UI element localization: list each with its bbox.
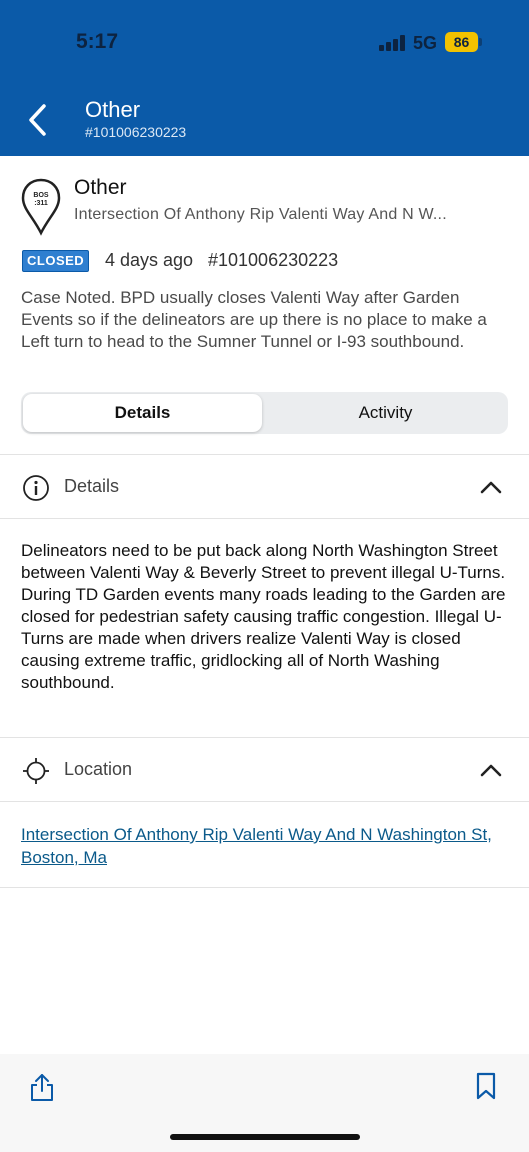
chevron-left-icon	[29, 104, 46, 136]
case-note: Case Noted. BPD usually closes Valenti W…	[21, 288, 487, 351]
bottom-toolbar	[0, 1054, 529, 1152]
info-icon	[23, 475, 49, 501]
divider	[0, 801, 529, 802]
app-header: 5:17 5G 86 Other #101006230223	[0, 0, 529, 156]
location-section-header[interactable]: Location	[0, 739, 529, 801]
icon-text-line2: :311	[34, 200, 48, 207]
status-time: 5:17	[76, 30, 119, 53]
case-age: 4 days ago	[105, 250, 194, 270]
chevron-up-icon	[480, 764, 502, 777]
crosshair-icon	[23, 758, 49, 784]
case-number: #101006230223	[208, 250, 339, 270]
location-address-link[interactable]: Intersection Of Anthony Rip Valenti Way …	[21, 823, 501, 869]
location-section-label: Location	[64, 759, 133, 779]
icon-text-line1: BOS	[33, 192, 49, 199]
bookmark-icon[interactable]	[474, 1071, 498, 1101]
category-title: Other	[74, 176, 127, 199]
back-button[interactable]	[22, 100, 54, 140]
divider	[0, 518, 529, 519]
share-icon[interactable]	[28, 1071, 56, 1103]
network-type: 5G	[413, 33, 438, 53]
case-number-subtitle: #101006230223	[85, 124, 187, 140]
tab-activity[interactable]: Activity	[265, 394, 506, 432]
page-title: Other	[85, 97, 141, 122]
divider	[0, 454, 529, 455]
battery-icon: 86	[445, 32, 478, 52]
category-address: Intersection Of Anthony Rip Valenti Way …	[74, 206, 447, 223]
location-pin-icon: BOS :311	[21, 178, 61, 236]
status-bar: 5:17 5G 86	[0, 0, 529, 86]
tab-switcher: Details Activity	[21, 392, 508, 434]
divider	[0, 737, 529, 738]
battery-nub	[479, 38, 482, 46]
details-section-header[interactable]: Details	[0, 456, 529, 518]
tab-details[interactable]: Details	[23, 394, 262, 432]
status-badge: CLOSED	[22, 250, 90, 272]
home-indicator	[170, 1134, 360, 1140]
divider	[0, 887, 529, 888]
chevron-up-icon	[480, 481, 502, 494]
signal-strength-icon	[379, 35, 407, 51]
details-body: Delineators need to be put back along No…	[21, 541, 506, 692]
details-section-label: Details	[64, 476, 120, 496]
